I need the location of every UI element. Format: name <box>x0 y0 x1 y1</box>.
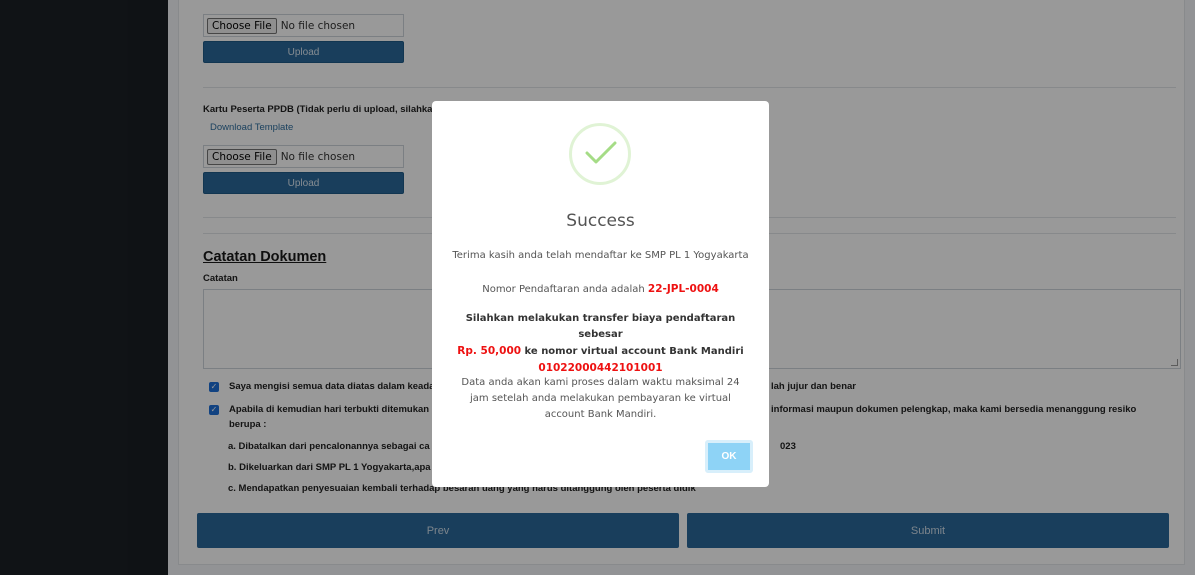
registration-prefix: Nomor Pendaftaran anda adalah <box>482 284 648 295</box>
processing-message: Data anda akan kami proses dalam waktu m… <box>461 377 740 420</box>
transfer-line-1: Silahkan melakukan transfer biaya pendaf… <box>465 313 736 340</box>
transfer-amount: Rp. 50,000 <box>457 345 522 357</box>
dialog-title: Success <box>566 211 635 231</box>
transfer-line-2-text: ke nomor virtual account Bank Mandiri <box>521 346 744 357</box>
thanks-message: Terima kasih anda telah mendaftar ke SMP… <box>452 250 749 261</box>
success-dialog: Success Terima kasih anda telah mendafta… <box>432 101 769 487</box>
virtual-account-number: 01022000442101001 <box>538 362 663 374</box>
transfer-line-2: Rp. 50,000 ke nomor virtual account Bank… <box>456 343 745 360</box>
ok-button[interactable]: OK <box>705 440 753 473</box>
registration-number-line: Nomor Pendaftaran anda adalah 22-JPL-000… <box>448 281 753 298</box>
registration-number: 22-JPL-0004 <box>647 283 719 295</box>
success-check-icon <box>569 123 631 185</box>
transfer-instruction: Silahkan melakukan transfer biaya pendaf… <box>456 311 745 376</box>
